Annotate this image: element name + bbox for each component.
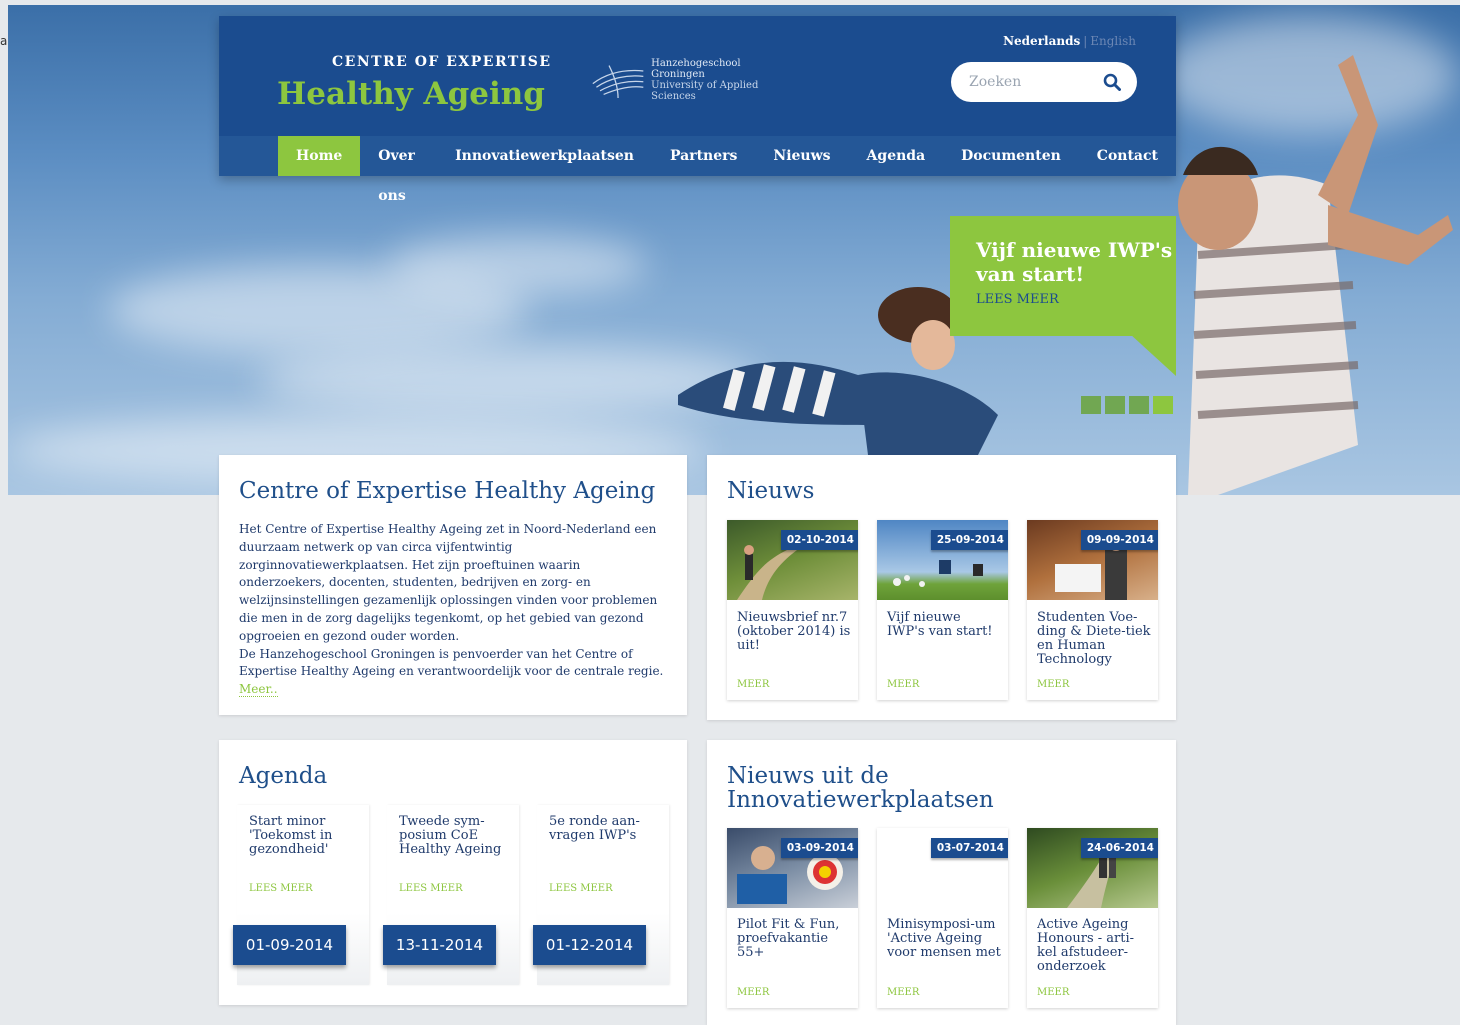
- intro-body-2: De Hanzehogeschool Groningen is penvoerd…: [239, 646, 664, 679]
- lang-nederlands[interactable]: Nederlands: [1003, 34, 1080, 48]
- iwp-news-card[interactable]: 03-09-2014 Pilot Fit & Fun, proefvakanti…: [727, 828, 858, 1008]
- news-card[interactable]: 25-09-2014 Vijf nieuwe IWP's van start! …: [877, 520, 1008, 700]
- nav-agenda[interactable]: Agenda: [849, 136, 944, 176]
- iwp-title-line1: Nieuws uit de: [727, 763, 889, 789]
- nav-contact[interactable]: Contact: [1079, 136, 1176, 176]
- news-card[interactable]: 09-09-2014 Studenten Voe-ding & Diete-ti…: [1027, 520, 1158, 700]
- iwp-news-more-link[interactable]: MEER: [887, 987, 919, 998]
- agenda-item-title[interactable]: 5e ronde aan-vragen IWP's: [549, 815, 664, 843]
- iwp-news-title: Nieuws uit de Innovatiewerkplaatsen: [727, 764, 1156, 812]
- slider-dot[interactable]: [1105, 396, 1125, 414]
- language-switch: Nederlands | English: [1003, 34, 1136, 48]
- news-title: Nieuws: [727, 478, 815, 504]
- logo-subtitle[interactable]: CENTRE OF EXPERTISE: [332, 54, 552, 70]
- search-input[interactable]: [969, 74, 1089, 90]
- promo-bubble[interactable]: Vijf nieuwe IWP's van start! LEES MEER: [950, 216, 1176, 336]
- search-box: [951, 62, 1137, 102]
- agenda-date: 01-12-2014: [533, 925, 646, 965]
- main-nav: Home Over ons Innovatiewerkplaatsen Part…: [219, 136, 1176, 204]
- nav-documenten[interactable]: Documenten: [943, 136, 1079, 176]
- agenda-read-more[interactable]: LEES MEER: [549, 883, 613, 894]
- corner-text: a: [0, 34, 8, 48]
- iwp-news-card-title[interactable]: Minisymposi-um 'Active Ageing voor mense…: [887, 918, 1001, 976]
- slider-dot-active[interactable]: [1153, 396, 1173, 414]
- news-image: 09-09-2014: [1027, 520, 1158, 600]
- agenda-item-title[interactable]: Start minor 'Toekomst in gezondheid': [249, 815, 364, 857]
- agenda-title: Agenda: [239, 763, 328, 789]
- slider-dot[interactable]: [1129, 396, 1149, 414]
- news-card[interactable]: 02-10-2014 Nieuwsbrief nr.7 (oktober 201…: [727, 520, 858, 700]
- iwp-news-panel: Nieuws uit de Innovatiewerkplaatsen 03-0…: [707, 740, 1176, 1025]
- intro-more-link[interactable]: Meer..: [239, 682, 278, 698]
- promo-read-more[interactable]: LEES MEER: [976, 292, 1176, 307]
- news-card-title[interactable]: Studenten Voe-ding & Diete-tiek en Human…: [1037, 611, 1151, 667]
- lang-separator: |: [1083, 34, 1088, 48]
- news-image: 02-10-2014: [727, 520, 858, 600]
- site-header: CENTRE OF EXPERTISE Healthy Ageing Hanze…: [219, 16, 1176, 204]
- search-icon[interactable]: [1103, 73, 1121, 91]
- iwp-news-more-link[interactable]: MEER: [1037, 987, 1069, 998]
- news-date: 09-09-2014: [1080, 530, 1158, 550]
- logo-title[interactable]: Healthy Ageing: [277, 76, 545, 112]
- news-image: 25-09-2014: [877, 520, 1008, 600]
- iwp-news-date: 03-09-2014: [780, 838, 858, 858]
- agenda-panel: Agenda Start minor 'Toekomst in gezondhe…: [219, 740, 687, 1005]
- iwp-news-card-title[interactable]: Pilot Fit & Fun, proefvakantie 55+: [737, 918, 851, 976]
- intro-text: Het Centre of Expertise Healthy Ageing z…: [239, 521, 667, 699]
- news-more-link[interactable]: MEER: [737, 679, 769, 690]
- nav-innovatiewerkplaatsen[interactable]: Innovatiewerkplaatsen: [437, 136, 652, 176]
- news-date: 25-09-2014: [930, 530, 1008, 550]
- intro-body: Het Centre of Expertise Healthy Ageing z…: [239, 522, 658, 643]
- news-card-title[interactable]: Vijf nieuwe IWP's van start!: [887, 611, 1001, 639]
- iwp-news-card-title[interactable]: Active Ageing Honours - arti-kel afstude…: [1037, 918, 1151, 976]
- nav-partners[interactable]: Partners: [652, 136, 755, 176]
- partner-city: Groningen: [651, 69, 705, 80]
- nav-home[interactable]: Home: [278, 136, 361, 176]
- partner-subtitle: University of Applied Sciences: [651, 80, 759, 102]
- iwp-news-image: 03-09-2014: [727, 828, 858, 908]
- news-card-title[interactable]: Nieuwsbrief nr.7 (oktober 2014) is uit!: [737, 611, 851, 653]
- promo-title: Vijf nieuwe IWP's van start!: [976, 238, 1173, 286]
- slider-dots: [1081, 396, 1173, 414]
- partner-name: Hanzehogeschool: [651, 58, 741, 69]
- nav-nieuws[interactable]: Nieuws: [755, 136, 848, 176]
- promo-bubble-tail: [1130, 334, 1176, 376]
- hero-man-figure: [1178, 55, 1453, 495]
- agenda-read-more[interactable]: LEES MEER: [249, 883, 313, 894]
- hanze-wing-icon: [592, 65, 644, 99]
- iwp-title-line2: Innovatiewerkplaatsen: [727, 787, 994, 813]
- intro-title: Centre of Expertise Healthy Ageing: [239, 478, 656, 504]
- iwp-news-card[interactable]: 24-06-2014 Active Ageing Honours - arti-…: [1027, 828, 1158, 1008]
- iwp-news-image: 03-07-2014: [877, 828, 1008, 908]
- lang-english[interactable]: English: [1090, 34, 1136, 48]
- iwp-news-more-link[interactable]: MEER: [737, 987, 769, 998]
- news-more-link[interactable]: MEER: [1037, 679, 1069, 690]
- iwp-news-date: 24-06-2014: [1080, 838, 1158, 858]
- agenda-date: 13-11-2014: [383, 925, 496, 965]
- news-panel: Nieuws 02-10-2014 Nieuwsbrief nr.7 (okto…: [707, 455, 1176, 720]
- agenda-read-more[interactable]: LEES MEER: [399, 883, 463, 894]
- news-more-link[interactable]: MEER: [887, 679, 919, 690]
- partner-logo[interactable]: Hanzehogeschool Groningen University of …: [591, 58, 791, 102]
- iwp-news-date: 03-07-2014: [930, 838, 1008, 858]
- agenda-date: 01-09-2014: [233, 925, 346, 965]
- agenda-item[interactable]: Start minor 'Toekomst in gezondheid' LEE…: [233, 805, 369, 985]
- iwp-news-image: 24-06-2014: [1027, 828, 1158, 908]
- agenda-item[interactable]: 5e ronde aan-vragen IWP's LEES MEER 01-1…: [533, 805, 669, 985]
- nav-over-ons[interactable]: Over ons: [360, 136, 437, 204]
- intro-panel: Centre of Expertise Healthy Ageing Het C…: [219, 455, 687, 715]
- agenda-item-title[interactable]: Tweede sym-posium CoE Healthy Ageing: [399, 815, 514, 857]
- iwp-news-card[interactable]: 03-07-2014 Minisymposi-um 'Active Ageing…: [877, 828, 1008, 1008]
- news-date: 02-10-2014: [780, 530, 858, 550]
- agenda-item[interactable]: Tweede sym-posium CoE Healthy Ageing LEE…: [383, 805, 519, 985]
- slider-dot[interactable]: [1081, 396, 1101, 414]
